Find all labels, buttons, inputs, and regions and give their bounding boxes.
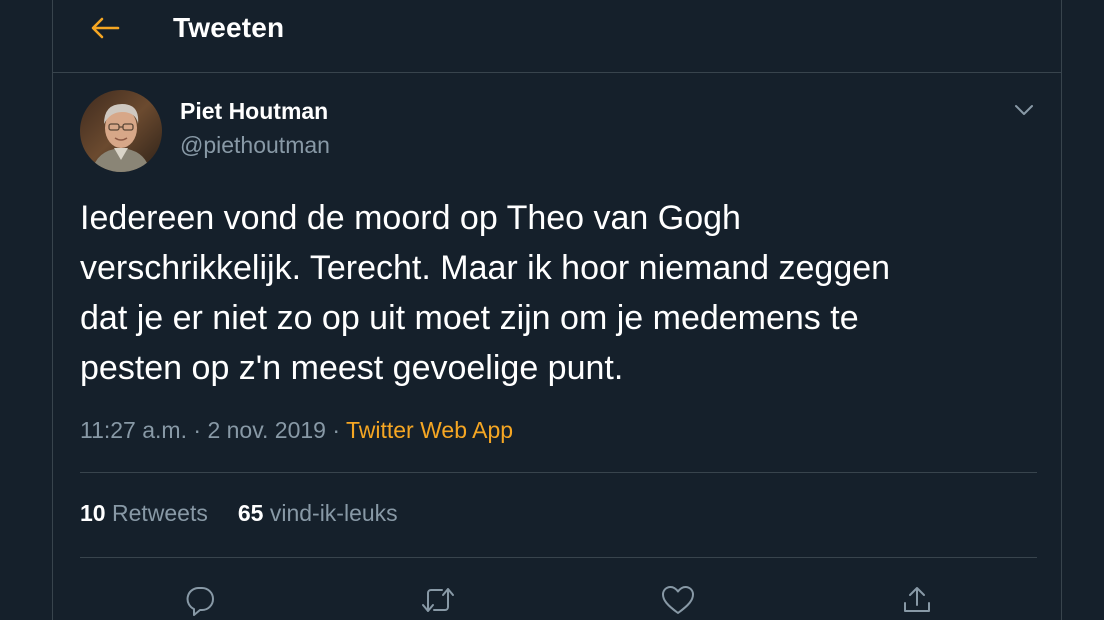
- tweet-source-link[interactable]: Twitter Web App: [346, 417, 513, 443]
- tweet-metadata: 11:27 a.m. · 2 nov. 2019 · Twitter Web A…: [80, 417, 513, 444]
- likes-count: 65: [237, 500, 264, 526]
- tweet-date[interactable]: 2 nov. 2019: [207, 417, 326, 443]
- tweet-text-line: verschrikkelijk. Terecht. Maar ik hoor n…: [80, 249, 891, 287]
- heart-icon: [662, 586, 694, 614]
- tweet-text-line: dat je er niet zo op uit moet zijn om je…: [80, 299, 859, 337]
- avatar[interactable]: [80, 90, 162, 172]
- likes-stat[interactable]: 65 vind-ik-leuks: [238, 500, 398, 527]
- retweets-count: 10: [80, 500, 106, 526]
- author-name[interactable]: Piet Houtman: [180, 98, 328, 125]
- back-button[interactable]: [85, 10, 125, 46]
- reply-button[interactable]: [180, 580, 220, 620]
- reply-icon: [186, 587, 214, 616]
- divider: [80, 557, 1037, 558]
- share-icon: [904, 587, 930, 612]
- likes-label: vind-ik-leuks: [269, 500, 398, 526]
- author-handle[interactable]: @piethoutman: [180, 132, 330, 159]
- retweets-label: Retweets: [111, 500, 208, 526]
- share-button[interactable]: [897, 580, 937, 620]
- user-photo: [80, 90, 162, 172]
- page: Tweeten Piet Houtman @piethoutman Iedere…: [0, 0, 1104, 620]
- tweet-text-line: pesten op z'n meest gevoelige punt.: [80, 349, 624, 387]
- page-title: Tweeten: [173, 12, 285, 43]
- tweet-text-line: Iedereen vond de moord op Theo van Gogh: [80, 199, 741, 237]
- meta-separator: ·: [325, 417, 346, 443]
- tweet-text: Iedereen vond de moord op Theo van Gogh …: [80, 193, 1030, 393]
- meta-separator: ·: [186, 417, 208, 443]
- retweet-icon: [422, 588, 454, 612]
- chevron-down-icon: [1015, 105, 1033, 115]
- more-options-button[interactable]: [1009, 96, 1039, 124]
- header: Tweeten: [53, 0, 1061, 73]
- retweets-stat[interactable]: 10 Retweets: [80, 500, 208, 527]
- arrow-left-icon: [91, 17, 120, 39]
- like-button[interactable]: [658, 580, 698, 620]
- main-column: Tweeten Piet Houtman @piethoutman Iedere…: [52, 0, 1062, 620]
- retweet-button[interactable]: [418, 580, 458, 620]
- tweet-stats: 10 Retweets 65 vind-ik-leuks: [80, 500, 398, 527]
- divider: [80, 472, 1037, 473]
- tweet-time[interactable]: 11:27 a.m.: [80, 417, 187, 443]
